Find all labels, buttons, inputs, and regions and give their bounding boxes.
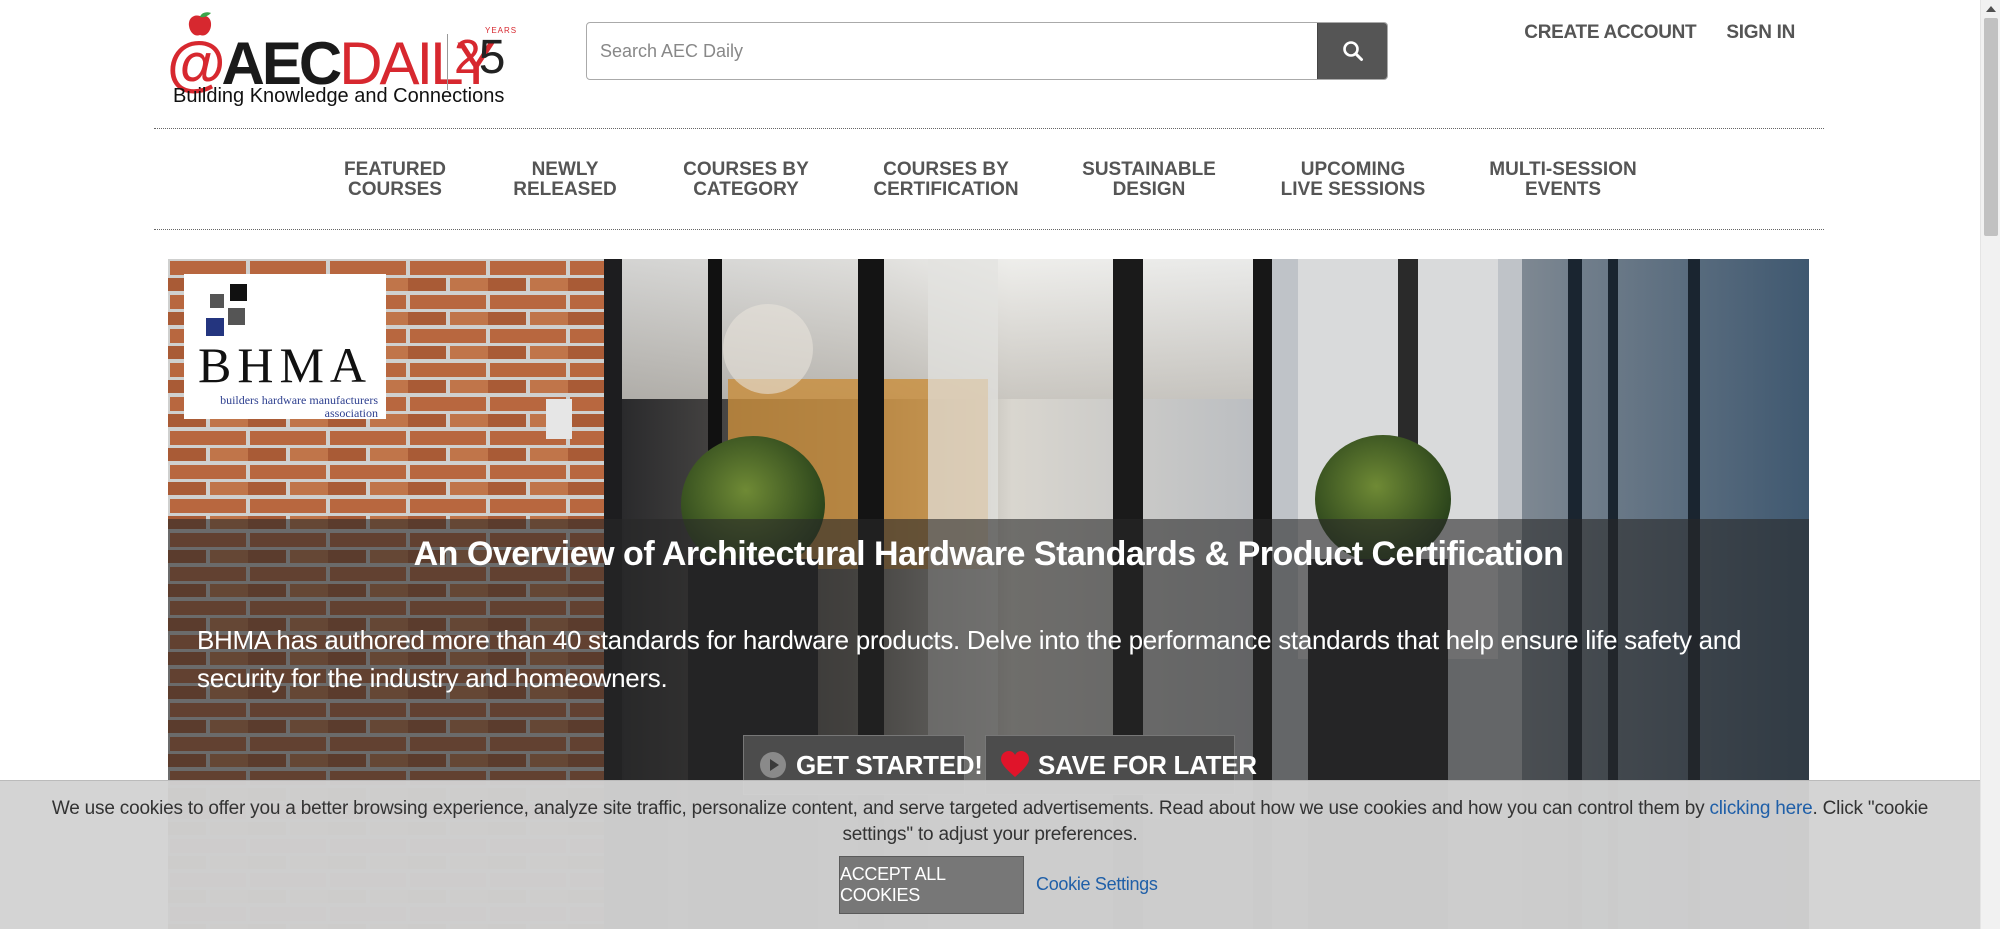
nav-label-line2: LIVE SESSIONS — [1280, 179, 1426, 200]
bhma-mark-icon — [206, 284, 247, 336]
page-scrollbar[interactable] — [1980, 0, 2000, 929]
nav-sustainable-design[interactable]: SUSTAINABLE DESIGN — [1082, 160, 1216, 200]
scroll-up-arrow-icon[interactable] — [1986, 6, 1996, 12]
nav-label-line2: CERTIFICATION — [873, 179, 1019, 200]
logo-divider — [447, 34, 448, 90]
nav-label-line1: SUSTAINABLE — [1082, 159, 1216, 180]
search-icon — [1342, 41, 1363, 61]
search-input[interactable] — [587, 23, 1318, 79]
nav-divider — [154, 229, 1824, 230]
save-for-later-label: SAVE FOR LATER — [1038, 749, 1257, 780]
anniversary-badge: 25 — [454, 30, 506, 86]
cookie-message: We use cookies to offer you a better bro… — [20, 796, 1960, 848]
nav-label-line1: FEATURED — [343, 159, 447, 180]
tagline: Building Knowledge and Connections — [173, 85, 505, 107]
hero-title: An Overview of Architectural Hardware St… — [413, 535, 1564, 573]
nav-label-line1: UPCOMING — [1300, 159, 1406, 180]
anniversary-years: YEARS — [485, 26, 518, 35]
nav-courses-by-certification[interactable]: COURSES BY CERTIFICATION — [873, 160, 1018, 200]
heart-icon — [1000, 751, 1030, 779]
nav-label-line2: RELEASED — [513, 179, 617, 200]
hero-description: BHMA has authored more than 40 standards… — [197, 625, 1742, 693]
search-bar — [586, 22, 1388, 80]
nav-label-line1: NEWLY — [531, 159, 599, 180]
nav-label-line2: EVENTS — [1524, 179, 1602, 200]
cookie-text-before: We use cookies to offer you a better bro… — [51, 798, 1710, 819]
nav-label-line2: DESIGN — [1112, 179, 1186, 200]
nav-label-line1: COURSES BY — [883, 159, 1009, 180]
sign-in-link[interactable]: SIGN IN — [1726, 22, 1795, 44]
nav-courses-by-category[interactable]: COURSES BY CATEGORY — [683, 160, 809, 200]
search-button[interactable] — [1317, 23, 1387, 79]
nav-multi-session-events[interactable]: MULTI-SESSION EVENTS — [1489, 160, 1636, 200]
sponsor-logo[interactable]: BHMA builders hardware manufacturers ass… — [184, 274, 386, 420]
create-account-link[interactable]: CREATE ACCOUNT — [1524, 22, 1696, 44]
sponsor-name: BHMA — [197, 337, 373, 393]
nav-label-line1: MULTI-SESSION — [1489, 159, 1637, 180]
cookie-settings-link[interactable]: Cookie Settings — [1036, 874, 1158, 895]
nav-label-line2: CATEGORY — [693, 179, 799, 200]
cookie-policy-link[interactable]: clicking here — [1709, 798, 1812, 819]
anniversary-digit-5: 5 — [478, 31, 506, 84]
nav-featured-courses[interactable]: FEATURED COURSES — [344, 160, 446, 200]
nav-label-line1: COURSES BY — [683, 159, 809, 180]
sponsor-subtitle-line2: association — [324, 406, 378, 420]
header-divider — [154, 128, 1824, 129]
sponsor-subtitle: builders hardware manufacturers associat… — [188, 394, 378, 420]
account-links: CREATE ACCOUNT SIGN IN — [1524, 22, 1795, 44]
nav-newly-released[interactable]: NEWLY RELEASED — [513, 160, 616, 200]
play-circle-icon — [758, 750, 788, 780]
get-started-label: GET STARTED! — [796, 749, 983, 780]
anniversary-digit-2: 2 — [454, 31, 481, 84]
nav-upcoming-live-sessions[interactable]: UPCOMING LIVE SESSIONS — [1281, 160, 1426, 200]
accept-all-cookies-button[interactable]: ACCEPT ALL COOKIES — [839, 856, 1024, 914]
cookie-banner: We use cookies to offer you a better bro… — [0, 780, 1980, 929]
main-nav: FEATURED COURSES NEWLY RELEASED COURSES … — [0, 160, 1980, 200]
nav-label-line2: COURSES — [348, 179, 442, 200]
scrollbar-thumb[interactable] — [1984, 18, 1998, 236]
